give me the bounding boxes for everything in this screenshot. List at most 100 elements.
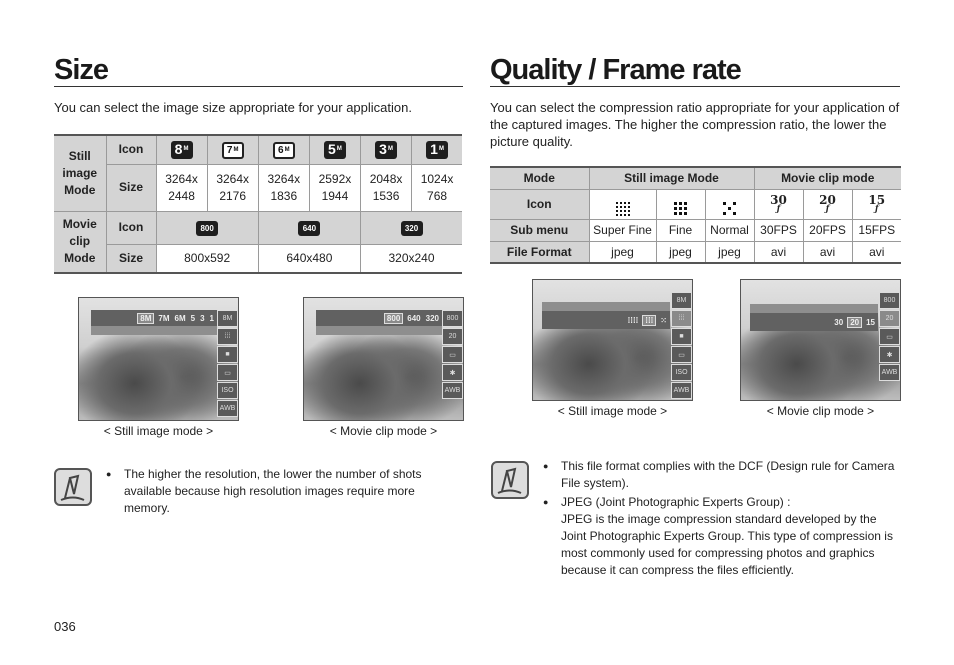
fps-menu-bar: 30 20 15 [750,313,878,331]
menu-subbar [316,326,442,335]
res-800-icon: 800 [196,221,219,236]
movie-icon-label: Icon [105,210,157,245]
movie-fps-caption: < Movie clip mode > [766,404,875,418]
icon-label: Icon [490,188,590,220]
res-320-icon: 320 [400,221,423,236]
menu-item-320: 320 [425,313,439,323]
side-menu: 8M ⁞⁞⁞ ■ ▭ ISO AWB [217,310,238,417]
size-value: 3264x 2176 [206,163,259,212]
fps-20-icon: 20 ƒ [819,192,836,213]
side-frame-icon: ▭ [217,364,238,381]
submenu-value: Super Fine [588,218,657,242]
size-intro: You can select the image size appropriat… [54,100,412,115]
res-640-icon: 640 [298,221,321,236]
icon-3m-cell: 3M [359,134,413,165]
fps-15-icon: 15 ƒ [868,192,886,213]
menu-fps-15: 15 [866,317,875,327]
quality-note: This file format complies with the DCF (… [543,458,898,579]
super-fine-cell [588,188,657,220]
size-menu-bar: 8M 7M 6M 5 3 1 [91,310,217,326]
format-value: avi [851,240,901,264]
menu-fps-20: 20 [847,316,863,328]
menu-item-3m: 3 [200,313,205,323]
movie-size-label: Size [106,243,157,274]
note-pencil-icon [491,461,529,499]
fine-icon [674,201,687,215]
normal-cell [704,188,755,220]
menu-subbar [750,304,878,313]
super-fine-icon [615,201,630,216]
fine-cell [655,188,706,220]
side-fps-icon: 20 [879,310,900,327]
side-size-icon: 800 [442,310,463,327]
note-item: JPEG (Joint Photographic Experts Group) … [543,494,898,579]
couple-photo [741,280,900,400]
size-7m-icon: 7M [221,141,244,159]
submenu-label: Sub menu [490,218,590,242]
menu-fine-icon: ⁞⁞⁞ [642,314,657,326]
movie-size-value: 800x592 [155,243,259,274]
menu-item-8m: 8M [137,312,155,324]
movie-size-menu-bar: 800 640 320 [316,310,442,326]
icon-1m-cell: 1M [411,134,462,165]
still-screen-caption: < Still image mode > [103,424,214,438]
format-value: avi [802,240,853,264]
page-number: 036 [54,619,76,634]
fps15-cell: 15 ƒ [851,188,901,220]
side-iso-icon: ISO [217,382,238,399]
submenu-value: 30FPS [753,218,804,242]
menu-item-7m: 7M [158,313,170,323]
size-8m-icon: 8M [170,140,193,159]
submenu-value: Fine [655,218,706,242]
still-quality-caption: < Still image mode > [557,404,668,418]
side-metering-icon: ■ [217,346,238,363]
icon-8m-cell: 8M [155,134,208,165]
size-value: 3264x 1836 [257,163,310,212]
side-awb-icon: AWB [671,382,692,399]
size-value: 3264x 2448 [155,163,208,212]
side-awb-icon: AWB [879,364,900,381]
submenu-value: 15FPS [851,218,901,242]
side-size-icon: 8M [217,310,238,327]
side-menu: 8M ⁞⁞⁞ ■ ▭ ISO AWB [671,292,692,399]
movie-screen-caption: < Movie clip mode > [329,424,438,438]
quality-title: Quality / Frame rate [490,54,742,86]
format-value: avi [753,240,804,264]
size-3m-icon: 3M [375,140,398,159]
size-value: 1024x 768 [411,163,462,212]
still-quality-screen: ⁞⁞⁞⁞ ⁞⁞⁞ ⁙ 8M ⁞⁞⁞ ■ ▭ ISO AWB [532,279,693,401]
quality-table: Mode Still image Mode Movie clip mode Ic… [490,166,901,264]
size-value: 2048x 1536 [359,163,413,212]
movie-size-value: 320x240 [360,243,462,274]
quality-title-rule [490,86,900,87]
icon-800-cell: 800 [155,210,259,245]
menu-item-800: 800 [383,312,404,324]
side-menu: 800 20 ▭ ✱ AWB [879,292,900,381]
movie-size-screen: 800 640 320 800 20 ▭ ✱ AWB [303,297,464,421]
format-value: jpeg [704,240,755,264]
menu-item-6m: 6M [174,313,186,323]
couple-photo [533,280,692,400]
side-quality-icon: ⁞⁞⁞ [217,328,238,345]
submenu-value: 20FPS [802,218,853,242]
still-size-screen: 8M 7M 6M 5 3 1 8M ⁞⁞⁞ ■ ▭ ISO AWB [78,297,239,421]
still-size-label: Size [106,163,157,212]
fps30-cell: 30 ƒ [753,188,804,220]
icon-7m-cell: 7M [206,134,259,165]
format-value: jpeg [588,240,657,264]
icon-320-cell: 320 [360,210,462,245]
side-size-icon: 800 [879,292,900,309]
side-metering-icon: ▭ [442,346,463,363]
movie-mode-header: Movie clip mode [753,166,901,190]
still-image-mode-label: Still image Mode [54,134,107,212]
side-metering-icon: ▭ [879,328,900,345]
side-fps-icon: 20 [442,328,463,345]
mode-header: Mode [490,166,590,190]
menu-subbar [91,326,217,335]
side-stabilizer-icon: ✱ [442,364,463,381]
menu-super-fine-icon: ⁞⁞⁞⁞ [627,315,639,325]
menu-subbar [542,302,670,311]
size-6m-icon: 6M [272,141,295,159]
side-frame-icon: ▭ [671,346,692,363]
note-pencil-icon [54,468,92,506]
